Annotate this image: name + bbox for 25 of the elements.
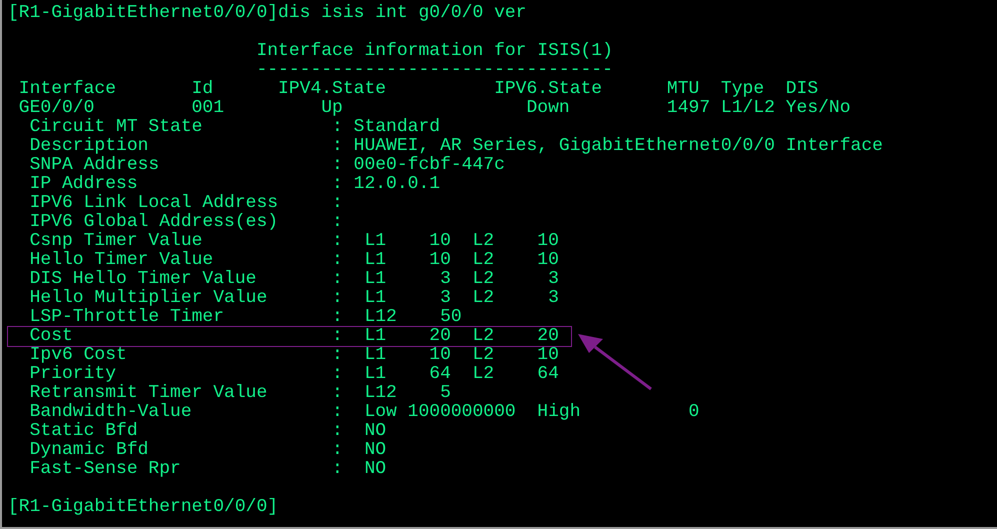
highlighted-line: Cost : L1 20 L2 20 — [8, 327, 571, 346]
output-line: LSP-Throttle Timer : L12 50 — [28, 308, 462, 327]
output-line: SNPA Address : 00e0-fcbf-447c — [28, 156, 505, 175]
output-line: Ipv6 Cost : L1 10 L2 10 — [28, 346, 559, 365]
output-line: Static Bfd : NO — [28, 422, 386, 441]
output-line: DIS Hello Timer Value : L1 3 L2 3 — [28, 270, 559, 289]
output-line: IPV6 Link Local Address : — [28, 194, 343, 213]
output-line: Description : HUAWEI, AR Series, GigabitEthernet0/0/0 Interface — [28, 137, 883, 156]
output-line: Interface information for ISIS(1) — [255, 42, 613, 61]
command-prompt: [R1-GigabitEthernet0/0/0] — [8, 498, 278, 517]
output-line: Circuit MT State : Standard — [28, 118, 440, 137]
output-line: IPV6 Global Address(es) : — [28, 213, 343, 232]
output-line: IP Address : 12.0.0.1 — [28, 175, 440, 194]
output-line: --------------------------------- — [255, 61, 613, 80]
output-line: Hello Multiplier Value : L1 3 L2 3 — [28, 289, 559, 308]
command-line: [R1-GigabitEthernet0/0/0]dis isis int g0/0/0 ver — [8, 4, 526, 23]
output-line: Csnp Timer Value : L1 10 L2 10 — [28, 232, 559, 251]
output-line: Bandwidth-Value : Low 1000000000 High 0 — [28, 403, 700, 422]
output-line: Hello Timer Value : L1 10 L2 10 — [28, 251, 559, 270]
output-line: Retransmit Timer Value : L12 5 — [28, 384, 451, 403]
output-line: Fast-Sense Rpr : NO — [28, 460, 386, 479]
output-line: Interface Id IPV4.State IPV6.State MTU Type DIS — [18, 80, 818, 99]
output-line: GE0/0/0 001 Up Down 1497 L1/L2 Yes/No — [18, 99, 851, 118]
output-line: Dynamic Bfd : NO — [28, 441, 386, 460]
output-line: Priority : L1 64 L2 64 — [28, 365, 559, 384]
